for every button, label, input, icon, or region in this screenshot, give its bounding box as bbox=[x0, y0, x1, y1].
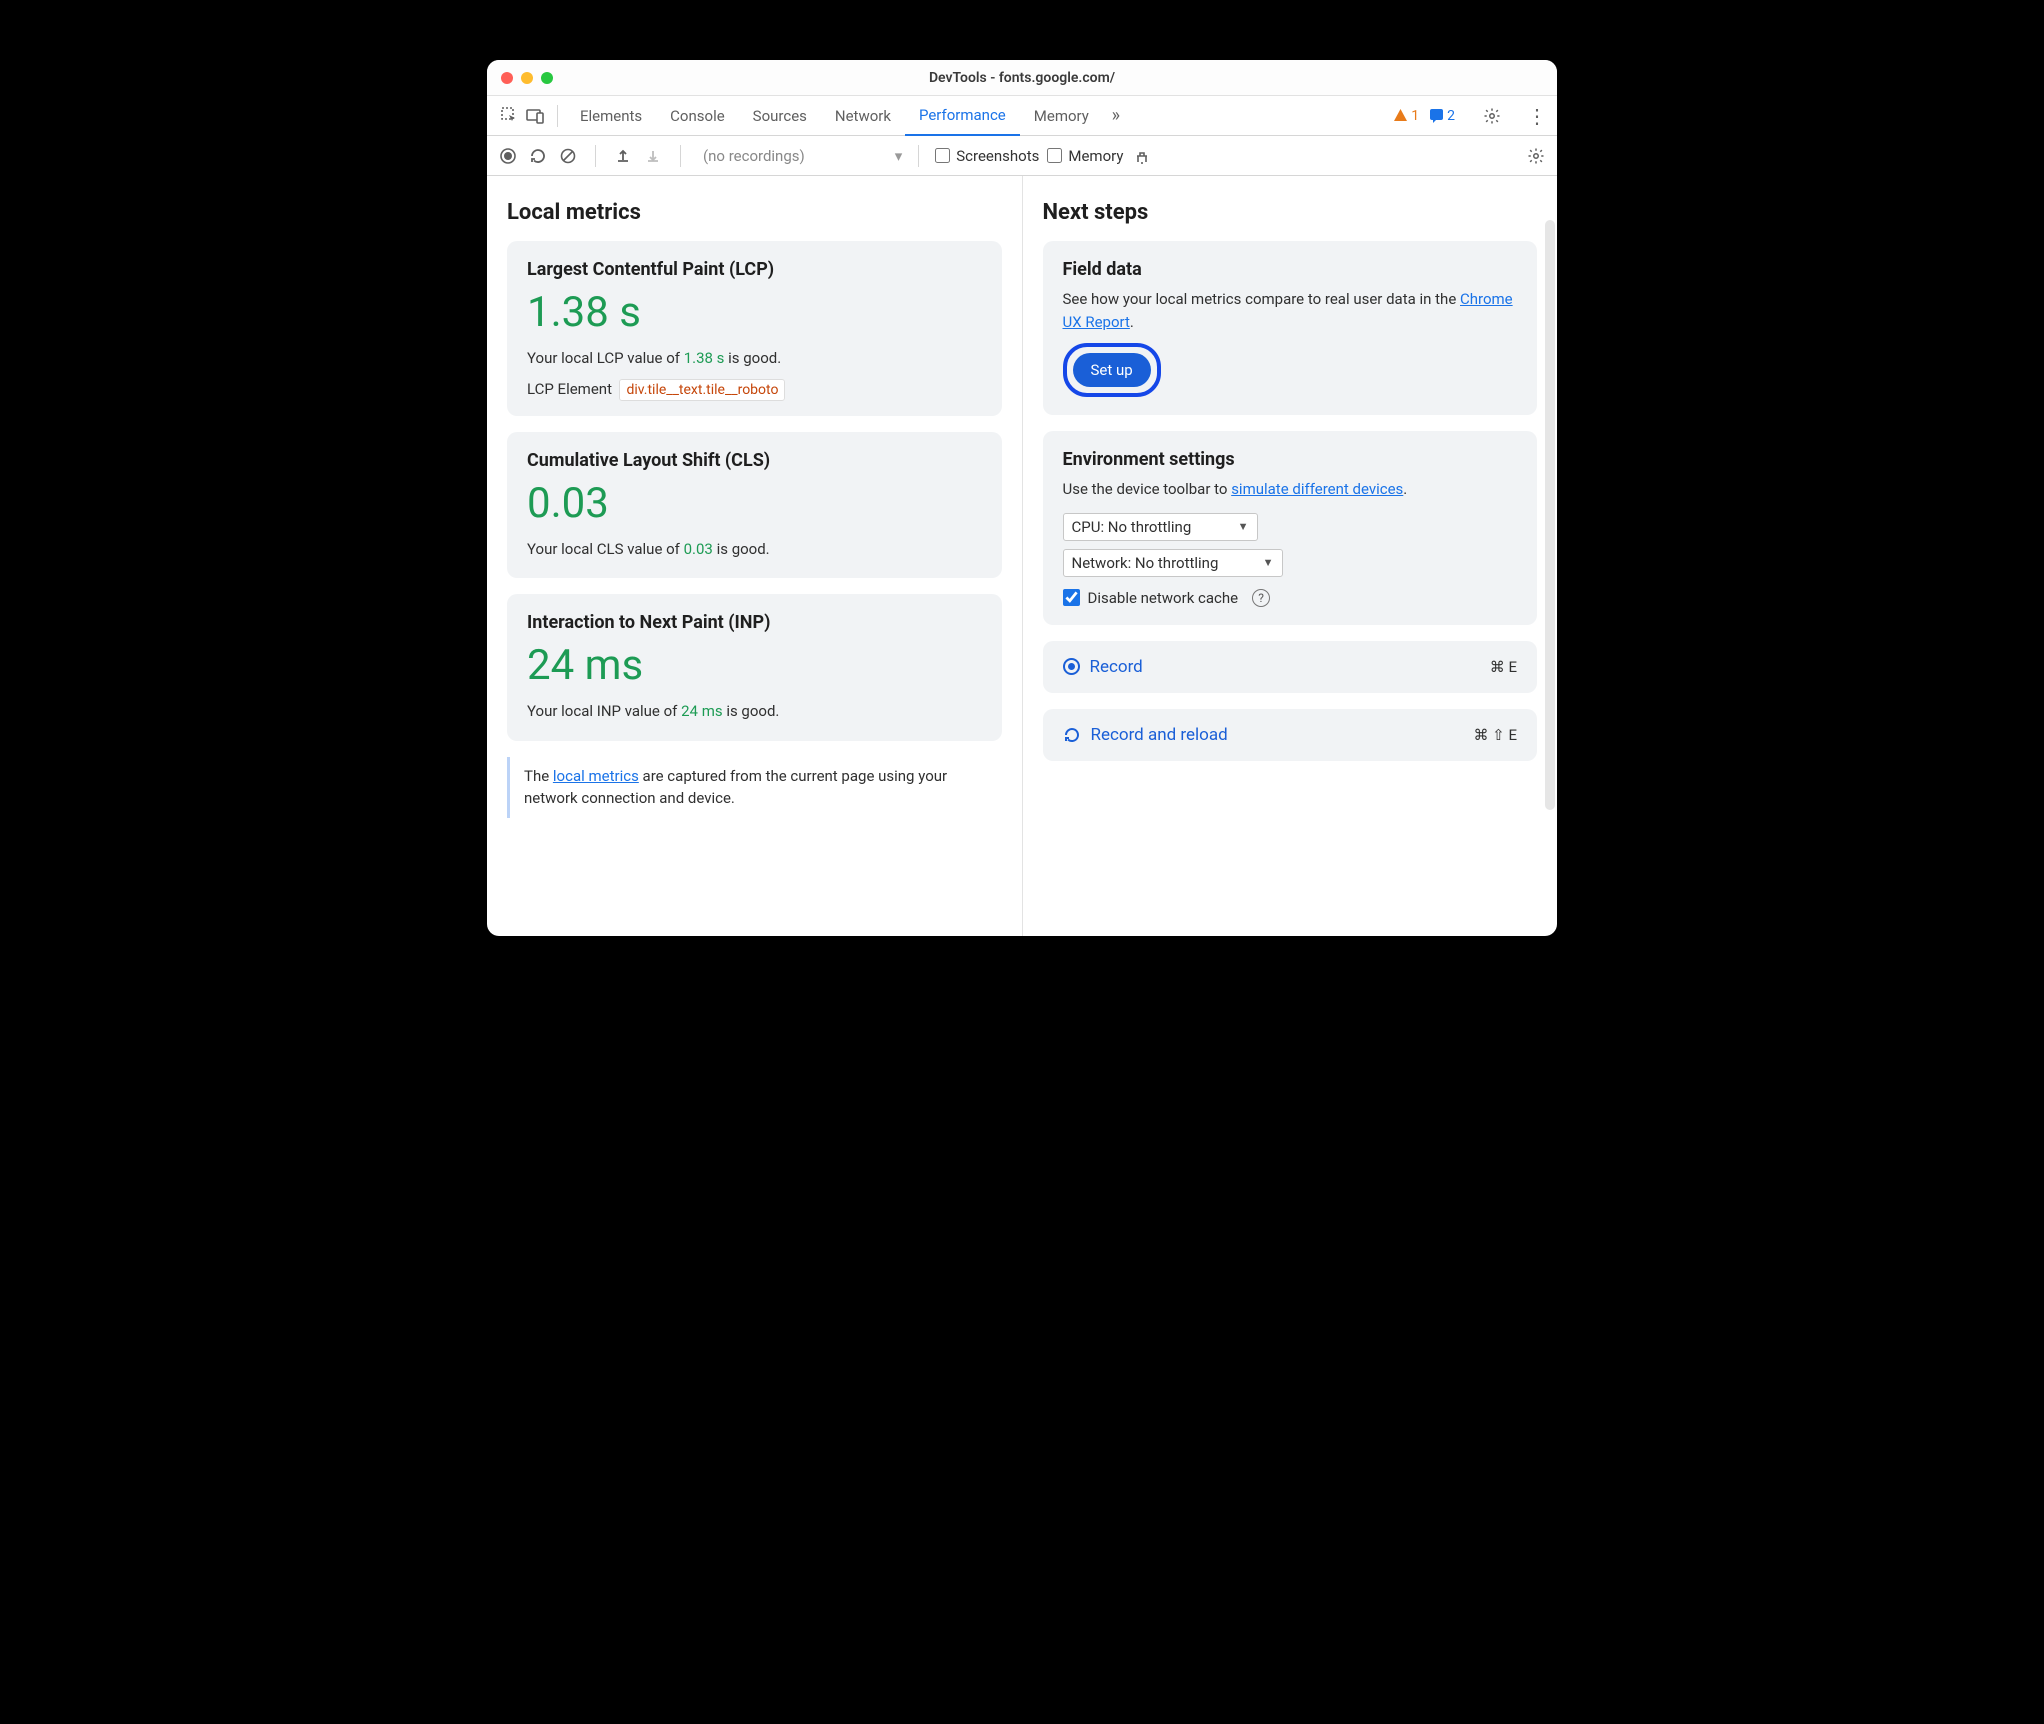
tab-console[interactable]: Console bbox=[656, 96, 739, 136]
simulate-devices-link[interactable]: simulate different devices bbox=[1231, 480, 1403, 498]
local-metrics-link[interactable]: local metrics bbox=[553, 767, 639, 785]
chevron-down-icon: ▾ bbox=[895, 147, 903, 165]
record-icon[interactable] bbox=[497, 145, 519, 167]
inspect-icon[interactable] bbox=[497, 103, 523, 129]
setup-button[interactable]: Set up bbox=[1073, 353, 1151, 387]
warnings-count: 1 bbox=[1411, 108, 1419, 124]
local-metrics-note: The local metrics are captured from the … bbox=[507, 757, 1002, 818]
field-data-title: Field data bbox=[1063, 259, 1518, 280]
issues-badge[interactable]: 2 bbox=[1429, 108, 1455, 124]
upload-icon[interactable] bbox=[612, 145, 634, 167]
inp-card: Interaction to Next Paint (INP) 24 ms Yo… bbox=[507, 594, 1002, 741]
tab-memory[interactable]: Memory bbox=[1020, 96, 1103, 136]
env-desc: Use the device toolbar to simulate diffe… bbox=[1063, 478, 1518, 501]
device-toolbar-icon[interactable] bbox=[523, 103, 549, 129]
record-action[interactable]: Record ⌘ E bbox=[1043, 641, 1538, 693]
help-icon[interactable]: ? bbox=[1252, 589, 1270, 607]
capture-settings-icon[interactable] bbox=[1525, 145, 1547, 167]
field-data-card: Field data See how your local metrics co… bbox=[1043, 241, 1538, 415]
chevron-down-icon: ▼ bbox=[1238, 520, 1249, 533]
local-metrics-heading: Local metrics bbox=[507, 200, 1002, 225]
recordings-dropdown[interactable]: (no recordings) ▾ bbox=[697, 147, 902, 165]
record-reload-label: Record and reload bbox=[1091, 725, 1228, 745]
reload-icon[interactable] bbox=[527, 145, 549, 167]
record-label: Record bbox=[1090, 657, 1143, 677]
network-throttle-select[interactable]: Network: No throttling▼ bbox=[1063, 549, 1283, 577]
issues-count: 2 bbox=[1447, 108, 1455, 124]
record-reload-shortcut: ⌘ ⇧ E bbox=[1473, 726, 1517, 744]
lcp-card: Largest Contentful Paint (LCP) 1.38 s Yo… bbox=[507, 241, 1002, 416]
disable-cache-checkbox[interactable]: Disable network cache ? bbox=[1063, 589, 1518, 607]
cls-title: Cumulative Layout Shift (CLS) bbox=[527, 450, 982, 471]
record-dot-icon bbox=[1063, 658, 1080, 675]
next-steps-column: Next steps Field data See how your local… bbox=[1023, 176, 1558, 936]
inp-title: Interaction to Next Paint (INP) bbox=[527, 612, 982, 633]
devtools-window: DevTools - fonts.google.com/ Elements Co… bbox=[487, 60, 1557, 936]
cpu-throttle-select[interactable]: CPU: No throttling▼ bbox=[1063, 513, 1258, 541]
inp-value: 24 ms bbox=[527, 641, 982, 690]
next-steps-heading: Next steps bbox=[1043, 200, 1538, 225]
clear-icon[interactable] bbox=[557, 145, 579, 167]
lcp-value: 1.38 s bbox=[527, 288, 982, 337]
window-title: DevTools - fonts.google.com/ bbox=[487, 70, 1557, 86]
record-reload-action[interactable]: Record and reload ⌘ ⇧ E bbox=[1043, 709, 1538, 761]
env-settings-card: Environment settings Use the device tool… bbox=[1043, 431, 1538, 625]
settings-icon[interactable] bbox=[1479, 103, 1505, 129]
lcp-title: Largest Contentful Paint (LCP) bbox=[527, 259, 982, 280]
cls-value: 0.03 bbox=[527, 479, 982, 528]
reload-arrow-icon bbox=[1063, 726, 1081, 744]
screenshots-checkbox[interactable]: Screenshots bbox=[935, 147, 1039, 165]
tab-performance[interactable]: Performance bbox=[905, 96, 1020, 136]
lcp-element-chip[interactable]: div.tile__text.tile__roboto bbox=[619, 379, 785, 401]
cls-desc: Your local CLS value of 0.03 is good. bbox=[527, 538, 982, 561]
tab-elements[interactable]: Elements bbox=[566, 96, 656, 136]
more-menu-icon[interactable]: ⋮ bbox=[1527, 104, 1547, 128]
scrollbar[interactable] bbox=[1545, 220, 1555, 810]
titlebar: DevTools - fonts.google.com/ bbox=[487, 60, 1557, 96]
warnings-badge[interactable]: 1 bbox=[1393, 108, 1419, 124]
collect-garbage-icon[interactable] bbox=[1131, 145, 1153, 167]
cls-card: Cumulative Layout Shift (CLS) 0.03 Your … bbox=[507, 432, 1002, 579]
panel-tabs: Elements Console Sources Network Perform… bbox=[487, 96, 1557, 136]
perf-toolbar: (no recordings) ▾ Screenshots Memory bbox=[487, 136, 1557, 176]
field-data-desc: See how your local metrics compare to re… bbox=[1063, 288, 1518, 333]
more-tabs-icon[interactable]: » bbox=[1103, 103, 1129, 129]
download-icon[interactable] bbox=[642, 145, 664, 167]
content-area: Local metrics Largest Contentful Paint (… bbox=[487, 176, 1557, 936]
local-metrics-column: Local metrics Largest Contentful Paint (… bbox=[487, 176, 1023, 936]
tab-sources[interactable]: Sources bbox=[739, 96, 821, 136]
record-shortcut: ⌘ E bbox=[1490, 658, 1517, 676]
inp-desc: Your local INP value of 24 ms is good. bbox=[527, 700, 982, 723]
env-title: Environment settings bbox=[1063, 449, 1518, 470]
lcp-desc: Your local LCP value of 1.38 s is good. bbox=[527, 347, 982, 370]
memory-checkbox[interactable]: Memory bbox=[1047, 147, 1123, 165]
setup-highlight: Set up bbox=[1063, 343, 1161, 397]
lcp-element-row: LCP Element div.tile__text.tile__roboto bbox=[527, 380, 982, 398]
tab-network[interactable]: Network bbox=[821, 96, 905, 136]
chevron-down-icon: ▼ bbox=[1263, 556, 1274, 569]
